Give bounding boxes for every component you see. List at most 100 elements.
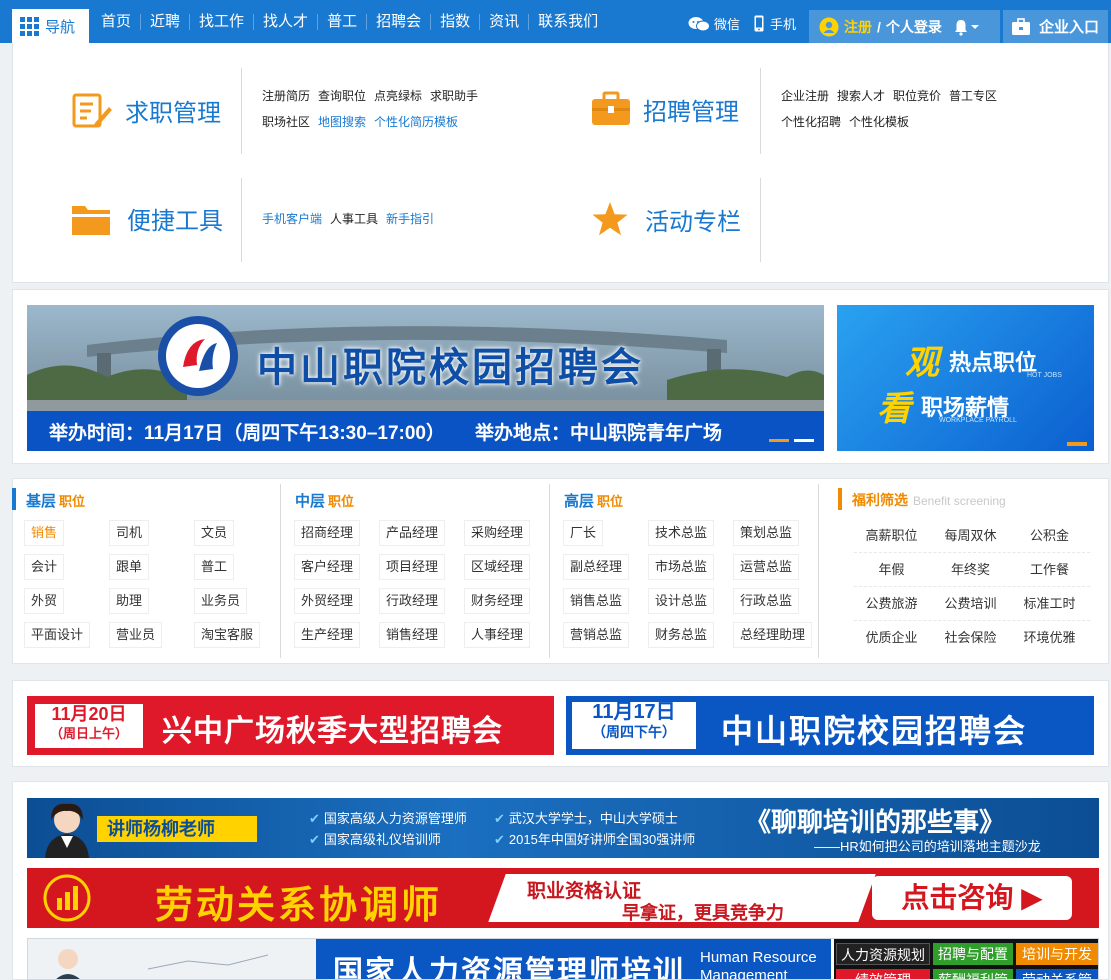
job-tag-basic[interactable]: 文员 xyxy=(194,520,235,546)
labor-consult-button[interactable]: 点击咨询 ▶ xyxy=(872,876,1072,920)
carousel-dot[interactable] xyxy=(794,439,814,442)
job-tag-basic[interactable]: 司机 xyxy=(109,520,150,546)
hr-tag[interactable]: 人力资源规划 xyxy=(836,943,930,965)
job-tag-middle[interactable]: 产品经理 xyxy=(379,520,446,546)
link-worker-zone[interactable]: 普工专区 xyxy=(949,83,997,109)
events-block[interactable]: 活动专栏 xyxy=(591,201,741,237)
hr-tag[interactable]: 薪酬福利管理 xyxy=(933,969,1013,979)
benefit-filter[interactable]: 年假 xyxy=(854,561,929,579)
job-tag-senior[interactable]: 行政总监 xyxy=(733,588,800,614)
benefit-filter[interactable]: 公积金 xyxy=(1012,527,1087,545)
job-tag-basic[interactable]: 助理 xyxy=(109,588,150,614)
link-search-talent[interactable]: 搜索人才 xyxy=(837,83,885,109)
link-beginner-guide[interactable]: 新手指引 xyxy=(386,206,434,232)
hr-tag[interactable]: 劳动关系管理 xyxy=(1016,969,1098,979)
link-job-bidding[interactable]: 职位竞价 xyxy=(893,83,941,109)
job-tag-basic[interactable]: 业务员 xyxy=(194,588,248,614)
link-green-badge[interactable]: 点亮绿标 xyxy=(374,83,422,109)
campus-fair-ad[interactable]: 11月17日 （周四下午） 中山职院校园招聘会 xyxy=(566,696,1094,755)
job-tag-basic[interactable]: 外贸 xyxy=(24,588,65,614)
nav-item-contact[interactable]: 联系我们 xyxy=(529,13,607,30)
tools-block[interactable]: 便捷工具 xyxy=(71,201,223,236)
nav-item-index[interactable]: 指数 xyxy=(431,13,481,30)
nav-item-find-job[interactable]: 找工作 xyxy=(190,13,255,30)
job-tag-middle[interactable]: 行政经理 xyxy=(379,588,446,614)
register-link[interactable]: 注册 xyxy=(844,17,872,37)
job-tag-basic[interactable]: 平面设计 xyxy=(24,622,91,648)
campus-job-fair-banner[interactable]: 中山职院校园招聘会 举办时间：11月17日（周四下午13:30–17:00） 举… xyxy=(27,305,824,451)
recruit-mgmt-block[interactable]: 招聘管理 xyxy=(591,91,739,127)
hr-training-ad[interactable]: 国家人力资源管理师培训 Human Resource Management 人力… xyxy=(27,938,1099,980)
trainer-salon-ad[interactable]: 讲师杨柳老师 ✔ 国家高级人力资源管理师 ✔ 国家高级礼仪培训师 ✔ 武汉大学学士，中… xyxy=(27,798,1099,858)
labor-relations-ad[interactable]: 劳动关系协调师 职业资格认证 早拿证，更具竞争力 点击咨询 ▶ xyxy=(27,868,1099,928)
hot-jobs-panel[interactable]: 观 热点职位 HOT JOBS 看 职场薪情 WORKPLACE PAYROLL xyxy=(837,305,1094,451)
nav-item-job-fair[interactable]: 招聘会 xyxy=(367,13,432,30)
job-tag-basic[interactable]: 会计 xyxy=(24,554,65,580)
job-tag-middle[interactable]: 区域经理 xyxy=(464,554,531,580)
benefit-filter[interactable]: 环境优雅 xyxy=(1012,629,1087,647)
job-tag-senior[interactable]: 市场总监 xyxy=(648,554,715,580)
job-tag-senior[interactable]: 销售总监 xyxy=(563,588,630,614)
job-tag-middle[interactable]: 生产经理 xyxy=(294,622,361,648)
nav-item-news[interactable]: 资讯 xyxy=(480,13,530,30)
job-tag-middle[interactable]: 人事经理 xyxy=(464,622,531,648)
link-job-assistant[interactable]: 求职助手 xyxy=(430,83,478,109)
hr-tag[interactable]: 绩效管理 xyxy=(836,969,930,979)
benefit-filter[interactable]: 优质企业 xyxy=(854,629,929,647)
job-tag-senior[interactable]: 策划总监 xyxy=(733,520,800,546)
link-register-resume[interactable]: 注册简历 xyxy=(262,83,310,109)
link-workplace-community[interactable]: 职场社区 xyxy=(262,109,310,135)
job-tag-senior[interactable]: 技术总监 xyxy=(648,520,715,546)
job-tag-senior[interactable]: 副总经理 xyxy=(563,554,630,580)
personal-login-link[interactable]: 个人登录 xyxy=(886,17,942,37)
job-tag-middle[interactable]: 招商经理 xyxy=(294,520,361,546)
benefit-filter[interactable]: 年终奖 xyxy=(933,561,1008,579)
benefit-filter[interactable]: 公费培训 xyxy=(933,595,1008,613)
link-custom-templates[interactable]: 个性化模板 xyxy=(849,109,909,135)
nav-item-home[interactable]: 首页 xyxy=(92,13,142,30)
job-tag-senior[interactable]: 运营总监 xyxy=(733,554,800,580)
job-tag-basic[interactable]: 普工 xyxy=(194,554,235,580)
job-tag-middle[interactable]: 客户经理 xyxy=(294,554,361,580)
job-tag-senior[interactable]: 厂长 xyxy=(563,520,604,546)
nav-menu-button[interactable]: 导航 xyxy=(12,9,89,43)
bell-icon[interactable] xyxy=(952,18,970,36)
job-tag-middle[interactable]: 采购经理 xyxy=(464,520,531,546)
benefit-filter[interactable]: 社会保险 xyxy=(933,629,1008,647)
mobile-link[interactable]: 手机 xyxy=(754,14,796,33)
nav-item-find-talent[interactable]: 找人才 xyxy=(254,13,319,30)
hr-tag[interactable]: 招聘与配置 xyxy=(933,943,1013,965)
nav-item-general-worker[interactable]: 普工 xyxy=(318,13,368,30)
wechat-link[interactable]: 微信 xyxy=(688,14,740,33)
job-tag-basic[interactable]: 跟单 xyxy=(109,554,150,580)
job-tag-middle[interactable]: 外贸经理 xyxy=(294,588,361,614)
job-tag-middle[interactable]: 财务经理 xyxy=(464,588,531,614)
job-tag-senior[interactable]: 设计总监 xyxy=(648,588,715,614)
link-search-jobs[interactable]: 查询职位 xyxy=(318,83,366,109)
job-tag-middle[interactable]: 项目经理 xyxy=(379,554,446,580)
enterprise-entry-button[interactable]: 企业入口 xyxy=(1003,10,1108,43)
carousel-dots[interactable] xyxy=(769,439,814,442)
job-tag-senior[interactable]: 总经理助理 xyxy=(733,622,813,648)
job-tag-basic[interactable]: 营业员 xyxy=(109,622,163,648)
hr-tag[interactable]: 培训与开发 xyxy=(1016,943,1098,965)
job-tag-senior[interactable]: 财务总监 xyxy=(648,622,715,648)
chevron-down-icon[interactable] xyxy=(970,22,980,32)
benefit-filter[interactable]: 每周双休 xyxy=(933,527,1008,545)
carousel-dot-active[interactable] xyxy=(769,439,789,442)
link-hr-tools[interactable]: 人事工具 xyxy=(330,206,378,232)
link-map-search[interactable]: 地图搜索 xyxy=(318,109,366,135)
xingzhong-fair-ad[interactable]: 11月20日 （周日上午） 兴中广场秋季大型招聘会 xyxy=(27,696,554,755)
benefit-filter[interactable]: 公费旅游 xyxy=(854,595,929,613)
job-tag-basic[interactable]: 淘宝客服 xyxy=(194,622,261,648)
job-tag-middle[interactable]: 销售经理 xyxy=(379,622,446,648)
benefit-filter[interactable]: 工作餐 xyxy=(1012,561,1087,579)
job-mgmt-block[interactable]: 求职管理 xyxy=(71,91,221,129)
benefit-filter[interactable]: 标准工时 xyxy=(1012,595,1087,613)
job-tag-basic[interactable]: 销售 xyxy=(24,520,65,546)
link-custom-recruit[interactable]: 个性化招聘 xyxy=(781,109,841,135)
link-company-register[interactable]: 企业注册 xyxy=(781,83,829,109)
nav-item-recent[interactable]: 近聘 xyxy=(141,13,191,30)
job-tag-senior[interactable]: 营销总监 xyxy=(563,622,630,648)
link-mobile-client[interactable]: 手机客户端 xyxy=(262,206,322,232)
